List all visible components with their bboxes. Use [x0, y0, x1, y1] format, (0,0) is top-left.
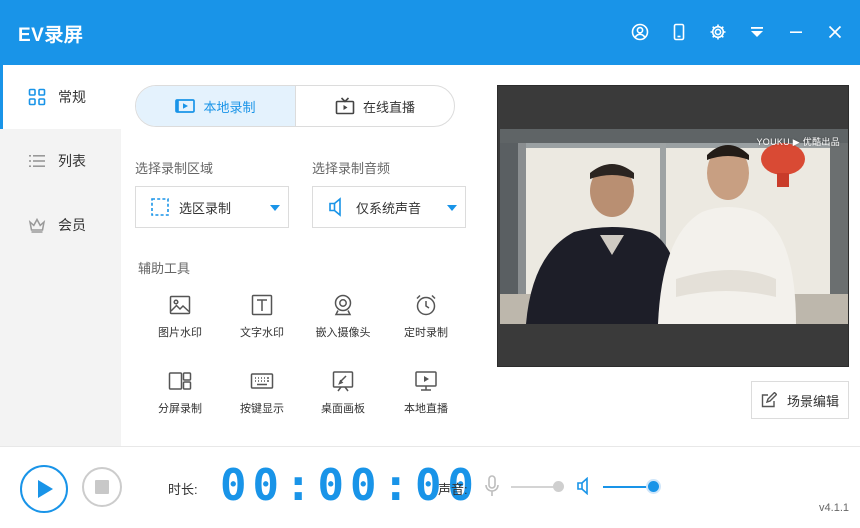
alarm-clock-icon — [416, 294, 436, 316]
tool-local-live[interactable]: 本地直播 — [386, 369, 466, 429]
list-icon — [29, 155, 45, 167]
split-screen-icon — [168, 372, 192, 390]
record-area-label: 选择录制区域 — [135, 161, 214, 176]
tool-label: 桌面画板 — [321, 403, 365, 415]
record-area-dropdown[interactable]: 选区录制 — [135, 186, 289, 228]
chevron-down-icon — [270, 205, 280, 211]
speaker-volume-slider[interactable] — [603, 486, 653, 488]
tool-label: 图片水印 — [158, 327, 202, 339]
version-label: v4.1.1 — [819, 502, 849, 514]
tool-label: 分屏录制 — [158, 403, 202, 415]
close-icon[interactable] — [824, 21, 846, 43]
tool-label: 定时录制 — [404, 327, 448, 339]
scene-edit-button[interactable]: 场景编辑 — [751, 381, 849, 419]
volume-label: 声音: — [438, 482, 468, 497]
keyboard-icon — [250, 373, 274, 389]
webcam-icon — [334, 294, 352, 316]
stop-icon — [95, 480, 109, 494]
dropdown-menu-icon[interactable] — [746, 21, 768, 43]
tab-label: 本地录制 — [203, 99, 256, 115]
text-icon — [251, 294, 273, 316]
scene-edit-label: 场景编辑 — [786, 393, 839, 409]
speaker-icon — [329, 197, 341, 217]
tool-text-watermark[interactable]: 文字水印 — [222, 293, 302, 353]
speaker-volume-knob[interactable] — [648, 481, 659, 492]
tool-whiteboard[interactable]: 桌面画板 — [303, 369, 383, 429]
sidebar-item-list[interactable]: 列表 — [0, 129, 121, 193]
local-record-icon — [175, 99, 196, 113]
tab-local-record[interactable]: 本地录制 — [136, 86, 295, 126]
tool-key-display[interactable]: 按键显示 — [222, 369, 302, 429]
tool-label: 本地直播 — [404, 403, 448, 415]
tool-label: 文字水印 — [240, 327, 284, 339]
tool-image-watermark[interactable]: 图片水印 — [140, 293, 220, 353]
video-frame-image — [500, 129, 848, 324]
preview-panel: YOUKU ▶ 优酷出品 — [497, 85, 849, 367]
tv-live-icon — [335, 97, 355, 115]
bottom-control-bar: 时长: 00:00:00 声音: v4.1.1 — [0, 446, 860, 528]
sidebar-item-general[interactable]: 常规 — [0, 65, 121, 129]
app-title: EV录屏 — [18, 25, 84, 46]
sidebar: 常规 列表 会员 — [0, 65, 121, 446]
speaker-volume-icon[interactable] — [576, 477, 594, 495]
local-live-icon — [415, 371, 437, 391]
minimize-icon[interactable] — [785, 21, 807, 43]
tool-label: 嵌入摄像头 — [315, 327, 371, 339]
edit-icon — [761, 392, 777, 408]
duration-label: 时长: — [168, 482, 198, 497]
user-circle-icon[interactable] — [629, 21, 651, 43]
phone-icon[interactable] — [668, 21, 690, 43]
mode-tabs: 本地录制 在线直播 — [135, 85, 455, 127]
tab-online-live[interactable]: 在线直播 — [295, 86, 454, 126]
stop-record-button[interactable] — [82, 467, 122, 507]
play-icon — [38, 480, 53, 498]
record-audio-dropdown[interactable]: 仅系统声音 — [312, 186, 466, 228]
tool-embed-webcam[interactable]: 嵌入摄像头 — [303, 293, 383, 353]
start-record-button[interactable] — [20, 465, 68, 513]
tool-split-screen[interactable]: 分屏录制 — [140, 369, 220, 429]
record-area-value: 选区录制 — [179, 200, 232, 216]
crown-icon — [28, 217, 46, 233]
sidebar-item-label: 会员 — [58, 217, 86, 233]
record-audio-value: 仅系统声音 — [356, 200, 422, 216]
whiteboard-icon — [332, 371, 354, 392]
grid-icon — [28, 88, 46, 106]
sidebar-item-label: 常规 — [58, 89, 86, 105]
sidebar-item-label: 列表 — [58, 153, 86, 169]
mic-volume-knob[interactable] — [552, 481, 564, 492]
chevron-down-icon — [447, 205, 457, 211]
dashed-region-icon — [151, 198, 169, 216]
image-icon — [169, 295, 191, 315]
tools-label: 辅助工具 — [138, 261, 191, 276]
title-bar: EV录屏 — [0, 0, 860, 65]
sidebar-item-member[interactable]: 会员 — [0, 193, 121, 257]
video-watermark: YOUKU ▶ 优酷出品 — [756, 137, 840, 147]
gear-icon[interactable] — [707, 21, 729, 43]
record-audio-label: 选择录制音频 — [312, 161, 391, 176]
tab-label: 在线直播 — [362, 99, 415, 115]
tool-label: 按键显示 — [240, 403, 284, 415]
preview-video: YOUKU ▶ 优酷出品 — [500, 129, 848, 324]
microphone-icon[interactable] — [484, 475, 500, 497]
tool-timed-record[interactable]: 定时录制 — [386, 293, 466, 353]
